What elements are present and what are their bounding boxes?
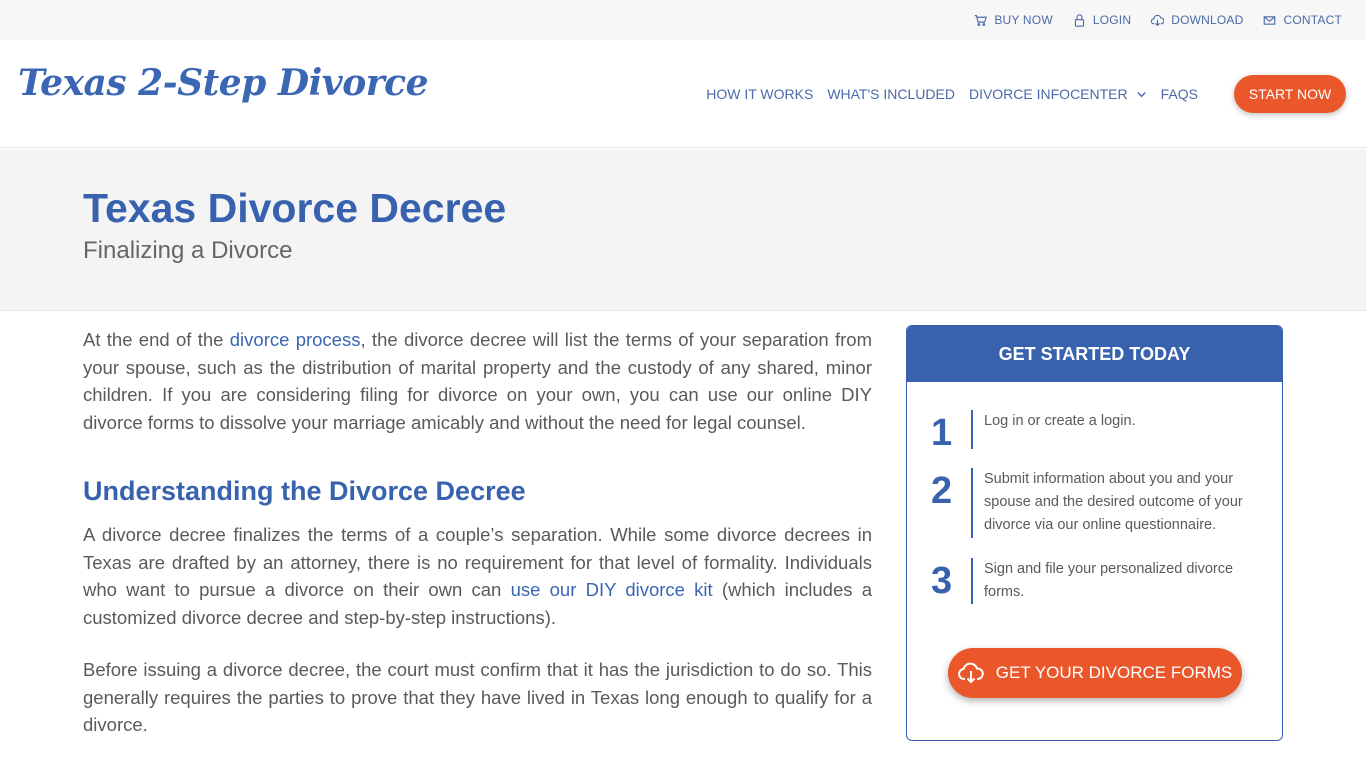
- step-3: 3 Sign and file your personalized divorc…: [931, 558, 1269, 604]
- step-divider: [971, 558, 973, 604]
- diy-kit-link[interactable]: use our DIY divorce kit: [511, 579, 713, 600]
- get-divorce-forms-label: GET YOUR DIVORCE FORMS: [995, 663, 1233, 682]
- step-number: 1: [931, 412, 953, 454]
- section-heading: Understanding the Divorce Decree: [83, 476, 526, 506]
- step-2: 2 Submit information about you and your …: [931, 468, 1269, 538]
- main-nav: HOW IT WORKS WHAT'S INCLUDED DIVORCE INF…: [706, 40, 1198, 148]
- get-started-card: GET STARTED TODAY 1 Log in or create a l…: [906, 325, 1283, 741]
- nav-divorce-infocenter-label: DIVORCE INFOCENTER: [968, 86, 1128, 102]
- page-hero: Texas Divorce Decree Finalizing a Divorc…: [0, 149, 1366, 311]
- utility-bar: BUY NOW LOGIN DOWNLOAD CONTACT: [0, 0, 1366, 40]
- login-link[interactable]: LOGIN: [1073, 13, 1131, 27]
- step-text: Log in or create a login.: [984, 413, 1136, 429]
- site-header: Texas 2-Step Divorce HOW IT WORKS WHAT'S…: [0, 40, 1366, 148]
- download-label: DOWNLOAD: [1171, 13, 1244, 27]
- step-number: 2: [931, 470, 953, 512]
- chevron-down-icon: [1136, 91, 1146, 97]
- cloud-download-icon: [1151, 14, 1165, 26]
- page-subtitle: Finalizing a Divorce: [83, 237, 293, 264]
- contact-label: CONTACT: [1283, 13, 1342, 27]
- utility-links: BUY NOW LOGIN DOWNLOAD CONTACT: [974, 0, 1342, 40]
- contact-link[interactable]: CONTACT: [1263, 13, 1342, 27]
- get-divorce-forms-button[interactable]: GET YOUR DIVORCE FORMS: [948, 648, 1242, 698]
- step-text: Sign and file your personalized divorce …: [984, 561, 1234, 600]
- buy-now-link[interactable]: BUY NOW: [974, 13, 1053, 27]
- step-divider: [971, 468, 973, 538]
- step-divider: [971, 410, 973, 449]
- step-text: Submit information about you and your sp…: [984, 471, 1243, 533]
- envelope-icon: [1264, 15, 1276, 25]
- card-title: GET STARTED TODAY: [907, 326, 1282, 382]
- step-1: 1 Log in or create a login.: [931, 410, 1269, 452]
- article-body: At the end of the divorce process, the d…: [83, 326, 872, 739]
- site-logo[interactable]: Texas 2-Step Divorce: [18, 62, 429, 104]
- decree-paragraph: A divorce decree finalizes the terms of …: [83, 521, 872, 631]
- jurisdiction-paragraph: Before issuing a divorce decree, the cou…: [83, 659, 872, 735]
- nav-faqs[interactable]: FAQS: [1161, 86, 1198, 102]
- page-title: Texas Divorce Decree: [83, 185, 507, 231]
- cart-icon: [975, 14, 988, 26]
- start-now-button[interactable]: START NOW: [1234, 75, 1346, 113]
- lock-icon: [1074, 13, 1084, 27]
- login-label: LOGIN: [1092, 13, 1132, 27]
- nav-how-it-works[interactable]: HOW IT WORKS: [706, 86, 813, 102]
- buy-now-label: BUY NOW: [994, 13, 1053, 27]
- intro-paragraph: At the end of the divorce process, the d…: [83, 326, 872, 436]
- download-link[interactable]: DOWNLOAD: [1151, 13, 1243, 27]
- cloud-download-icon: [957, 662, 984, 684]
- nav-divorce-infocenter[interactable]: DIVORCE INFOCENTER: [969, 86, 1147, 102]
- step-number: 3: [931, 560, 953, 602]
- nav-whats-included[interactable]: WHAT'S INCLUDED: [827, 86, 955, 102]
- intro-text-start: At the end of the: [83, 329, 230, 350]
- divorce-process-link[interactable]: divorce process: [230, 329, 361, 350]
